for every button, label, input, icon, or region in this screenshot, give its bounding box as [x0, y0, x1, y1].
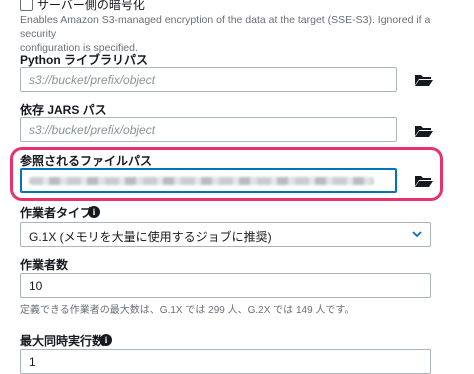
info-icon[interactable]: i: [100, 334, 112, 346]
worker-type-label: 作業者タイプ: [20, 206, 93, 220]
max-concurrency-input[interactable]: 1: [20, 349, 431, 374]
worker-type-selected-value: G.1X (メモリを大量に使用するジョブに推奨): [29, 230, 272, 244]
referenced-files-path-input[interactable]: [20, 168, 397, 193]
number-of-workers-hint: 定義できる作業者の最大数は、G.1X では 299 人、G.2X では 149 …: [20, 305, 355, 316]
server-side-encryption-label: サーバー側の暗号化: [37, 0, 145, 12]
max-concurrency-label: 最大同時実行数: [20, 334, 105, 348]
python-library-path-input[interactable]: s3://bucket/prefix/object: [20, 67, 397, 92]
dependent-jars-path-label: 依存 JARS パス: [20, 103, 107, 117]
number-of-workers-input[interactable]: 10: [20, 273, 431, 298]
info-icon[interactable]: i: [88, 206, 100, 218]
python-library-path-label: Python ライブラリパス: [20, 53, 148, 67]
worker-type-select[interactable]: G.1X (メモリを大量に使用するジョブに推奨): [20, 222, 431, 247]
number-of-workers-label: 作業者数: [20, 258, 69, 272]
folder-open-icon[interactable]: [414, 73, 434, 87]
server-side-encryption-checkbox[interactable]: [20, 0, 33, 11]
encryption-description: Enables Amazon S3-managed encryption of …: [20, 14, 431, 54]
referenced-files-path-label: 参照されるファイルパス: [20, 154, 153, 168]
dependent-jars-path-input[interactable]: s3://bucket/prefix/object: [20, 117, 397, 142]
folder-open-icon[interactable]: [414, 174, 434, 188]
chevron-down-icon[interactable]: [412, 231, 422, 238]
obscured-path-value: [29, 177, 374, 185]
folder-open-icon[interactable]: [414, 124, 434, 138]
